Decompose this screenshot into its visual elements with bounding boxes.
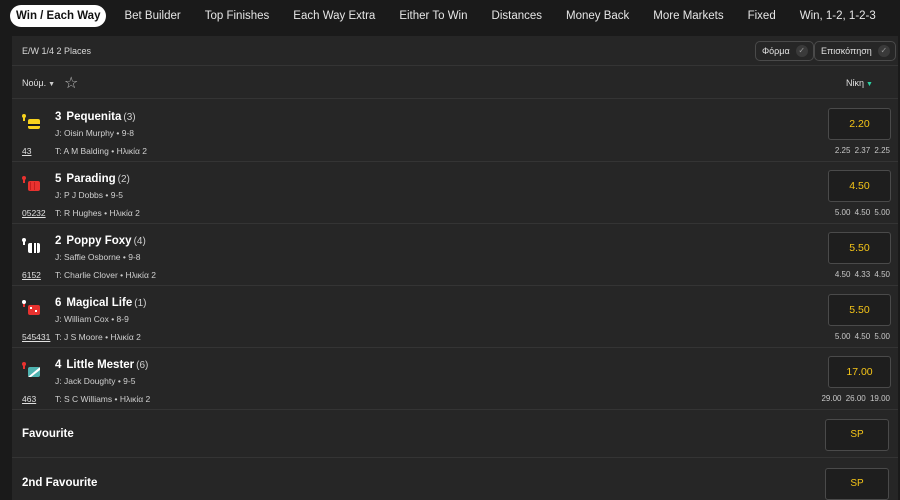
check-icon: ✓ xyxy=(795,45,808,57)
jockey-silk-icon xyxy=(22,362,40,377)
win-column-label: Νίκη xyxy=(846,78,865,88)
caret-down-icon: ▼ xyxy=(48,81,56,88)
jockey-info: J: P J Dobbs • 9-5 xyxy=(55,190,124,200)
odds-button[interactable]: 5.50 xyxy=(828,232,891,264)
runner-row: 5 Parading (2) J: P J Dobbs • 9-5 05232 T:… xyxy=(12,162,898,224)
form-link[interactable]: 43 xyxy=(22,146,31,156)
runner-row: 3 Pequenita (3) J: Oisin Murphy • 9-8 43 T… xyxy=(12,100,898,162)
trainer-info: T: Charlie Clover • Ηλικία 2 xyxy=(55,270,156,280)
odds-button[interactable]: 4.50 xyxy=(828,170,891,202)
win-column-header[interactable]: Νίκη ▼ xyxy=(846,78,873,88)
panel-header: E/W 1/4 2 Places Φόρμα ✓ Επισκόπηση ✓ xyxy=(12,36,898,66)
sort-row: Νούμ. ▼ ☆ Νίκη ▼ xyxy=(12,67,898,99)
race-card-panel: E/W 1/4 2 Places Φόρμα ✓ Επισκόπηση ✓ Νο… xyxy=(12,36,898,500)
runner-name-text: Parading xyxy=(66,173,116,185)
market-tabs: Win / Each Way Bet Builder Top Finishes … xyxy=(0,0,900,32)
runner-name[interactable]: 5 Parading (2) xyxy=(55,173,130,185)
tab-win-1-2-1-2-3[interactable]: Win, 1-2, 1-2-3 xyxy=(788,5,888,27)
caret-down-icon: ▼ xyxy=(866,81,873,88)
form-toggle[interactable]: Φόρμα ✓ xyxy=(755,41,814,61)
form-link[interactable]: 545431 xyxy=(22,332,50,342)
jockey-silk-icon xyxy=(22,300,40,315)
each-way-terms: E/W 1/4 2 Places xyxy=(22,46,92,56)
runner-row: 4 Little Mester (6) J: Jack Doughty • 9-5 … xyxy=(12,348,898,410)
previous-odds: 29.00 26.00 19.00 xyxy=(821,394,890,403)
runner-draw: (3) xyxy=(123,112,136,123)
runner-number: 4 xyxy=(55,359,62,371)
runner-draw: (2) xyxy=(117,174,130,185)
jockey-info: J: Saffie Osborne • 9-8 xyxy=(55,252,141,262)
runner-number: 6 xyxy=(55,297,62,309)
jockey-info: J: William Cox • 8-9 xyxy=(55,314,129,324)
runner-number: 2 xyxy=(55,235,62,247)
runner-draw: (1) xyxy=(134,298,147,309)
form-link[interactable]: 6152 xyxy=(22,270,41,280)
sort-by-number[interactable]: Νούμ. ▼ xyxy=(22,78,55,88)
favourite-sp-button[interactable]: SP xyxy=(825,419,889,451)
trainer-info: T: R Hughes • Ηλικία 2 xyxy=(55,208,140,218)
tab-more-markets[interactable]: More Markets xyxy=(641,5,735,27)
odds-button[interactable]: 17.00 xyxy=(828,356,891,388)
runner-name[interactable]: 4 Little Mester (6) xyxy=(55,359,148,371)
check-icon: ✓ xyxy=(877,45,890,57)
tab-top-finishes[interactable]: Top Finishes xyxy=(193,5,282,27)
previous-odds: 5.00 4.50 5.00 xyxy=(834,332,890,341)
odds-button[interactable]: 2.20 xyxy=(828,108,891,140)
second-favourite-row: 2nd Favourite SP xyxy=(12,459,898,500)
trainer-info: T: J S Moore • Ηλικία 2 xyxy=(55,332,141,342)
runner-draw: (6) xyxy=(136,360,149,371)
runner-name[interactable]: 6 Magical Life (1) xyxy=(55,297,146,309)
runner-row: 2 Poppy Foxy (4) J: Saffie Osborne • 9-8 6… xyxy=(12,224,898,286)
odds-button[interactable]: 5.50 xyxy=(828,294,891,326)
runner-number: 5 xyxy=(55,173,62,185)
tab-money-back[interactable]: Money Back xyxy=(554,5,641,27)
runner-name-text: Pequenita xyxy=(66,111,122,123)
tab-win-each-way[interactable]: Win / Each Way xyxy=(10,5,107,27)
previous-odds: 5.00 4.50 5.00 xyxy=(834,208,890,217)
runner-name[interactable]: 2 Poppy Foxy (4) xyxy=(55,235,146,247)
tab-bet-builder[interactable]: Bet Builder xyxy=(112,5,192,27)
runner-name-text: Magical Life xyxy=(66,297,133,309)
previous-odds: 4.50 4.33 4.50 xyxy=(834,270,890,279)
runner-name-text: Little Mester xyxy=(66,359,135,371)
jockey-info: J: Oisin Murphy • 9-8 xyxy=(55,128,135,138)
sort-label: Νούμ. xyxy=(22,78,47,88)
overview-toggle[interactable]: Επισκόπηση ✓ xyxy=(814,41,896,61)
form-link[interactable]: 463 xyxy=(22,394,36,404)
favourite-label: Favourite xyxy=(22,428,74,440)
runner-name-text: Poppy Foxy xyxy=(66,235,132,247)
second-favourite-sp-button[interactable]: SP xyxy=(825,468,889,500)
jockey-silk-icon xyxy=(22,176,40,191)
form-toggle-label: Φόρμα xyxy=(762,46,790,56)
tab-distances[interactable]: Distances xyxy=(480,5,555,27)
previous-odds: 2.25 2.37 2.25 xyxy=(834,146,890,155)
tab-each-way-extra[interactable]: Each Way Extra xyxy=(281,5,387,27)
second-favourite-label: 2nd Favourite xyxy=(22,477,98,489)
runner-draw: (4) xyxy=(133,236,146,247)
overview-toggle-label: Επισκόπηση xyxy=(821,46,872,56)
trainer-info: T: S C Williams • Ηλικία 2 xyxy=(55,394,151,404)
jockey-info: J: Jack Doughty • 9-5 xyxy=(55,376,136,386)
favourite-row: Favourite SP xyxy=(12,410,898,458)
runner-number: 3 xyxy=(55,111,62,123)
star-icon[interactable]: ☆ xyxy=(64,73,78,93)
form-link[interactable]: 05232 xyxy=(22,208,46,218)
tab-either-to-win[interactable]: Either To Win xyxy=(387,5,479,27)
jockey-silk-icon xyxy=(22,114,40,129)
tab-fixed[interactable]: Fixed xyxy=(736,5,788,27)
jockey-silk-icon xyxy=(22,238,40,253)
trainer-info: T: A M Balding • Ηλικία 2 xyxy=(55,146,147,156)
runner-row: 6 Magical Life (1) J: William Cox • 8-9 54… xyxy=(12,286,898,348)
runner-name[interactable]: 3 Pequenita (3) xyxy=(55,111,136,123)
